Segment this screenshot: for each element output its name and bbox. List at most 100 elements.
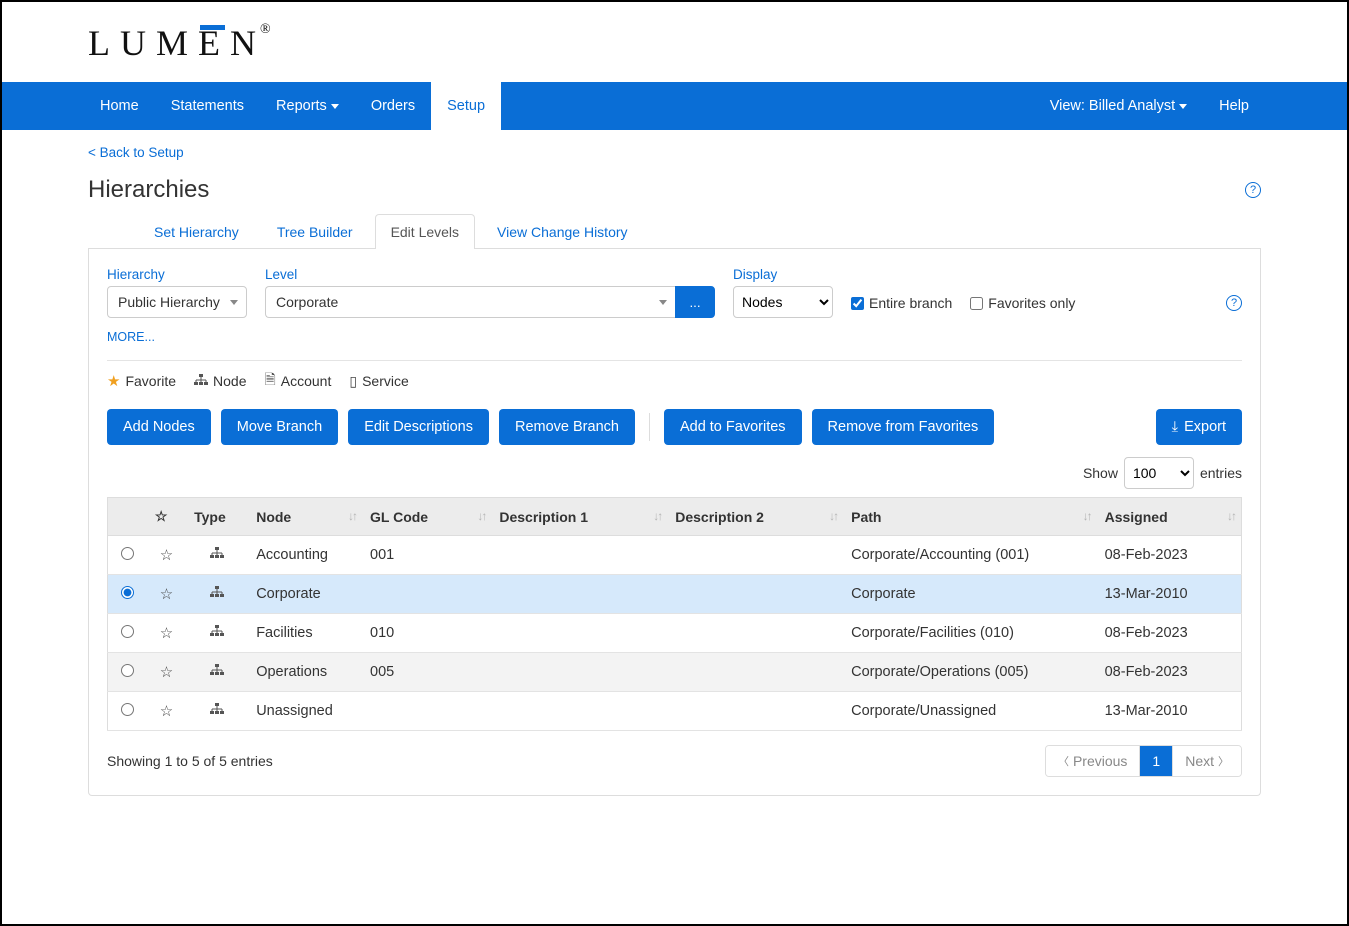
cell-desc2: [667, 692, 843, 731]
entire-branch-input[interactable]: [851, 297, 864, 310]
favorites-only-checkbox[interactable]: Favorites only: [970, 295, 1075, 318]
add-nodes-button[interactable]: Add Nodes: [107, 409, 211, 445]
row-radio[interactable]: [121, 625, 134, 638]
cell-assigned: 13-Mar-2010: [1097, 692, 1242, 731]
remove-branch-button[interactable]: Remove Branch: [499, 409, 635, 445]
sort-icon: ↓↑: [1227, 509, 1235, 523]
node-icon: [194, 373, 208, 389]
node-icon: [210, 664, 224, 680]
remove-from-favorites-button[interactable]: Remove from Favorites: [812, 409, 995, 445]
cell-desc1: [491, 575, 667, 614]
hierarchy-label: Hierarchy: [107, 267, 247, 282]
next-button[interactable]: Next〉: [1172, 746, 1241, 776]
cell-path: Corporate/Accounting (001): [843, 536, 1096, 575]
table-row[interactable]: ☆Accounting001Corporate/Accounting (001)…: [108, 536, 1242, 575]
sort-icon: ↓↑: [653, 509, 661, 523]
node-icon: [210, 547, 224, 563]
cell-desc2: [667, 575, 843, 614]
row-radio[interactable]: [121, 664, 134, 677]
hierarchy-select[interactable]: Public Hierarchy: [107, 286, 247, 318]
th-assigned[interactable]: Assigned↓↑: [1097, 498, 1242, 536]
cell-desc1: [491, 536, 667, 575]
th-node[interactable]: Node↓↑: [248, 498, 362, 536]
th-path[interactable]: Path↓↑: [843, 498, 1096, 536]
level-select[interactable]: Corporate: [265, 286, 675, 318]
entries-select[interactable]: 100: [1124, 457, 1194, 489]
table-row[interactable]: ☆CorporateCorporate13-Mar-2010: [108, 575, 1242, 614]
nav-statements[interactable]: Statements: [155, 82, 260, 130]
add-to-favorites-button[interactable]: Add to Favorites: [664, 409, 802, 445]
tab-edit-levels[interactable]: Edit Levels: [375, 214, 475, 249]
cell-gl: [362, 575, 491, 614]
help-icon[interactable]: ?: [1245, 182, 1261, 198]
cell-node: Facilities: [248, 614, 362, 653]
th-gl[interactable]: GL Code↓↑: [362, 498, 491, 536]
tab-tree-builder[interactable]: Tree Builder: [261, 214, 369, 249]
sort-icon: ↓↑: [829, 509, 837, 523]
level-label: Level: [265, 267, 715, 282]
nav-left: HomeStatementsReportsOrdersSetup: [84, 82, 501, 130]
table-row[interactable]: ☆Facilities010Corporate/Facilities (010)…: [108, 614, 1242, 653]
tab-view-change-history[interactable]: View Change History: [481, 214, 643, 249]
table-row[interactable]: ☆UnassignedCorporate/Unassigned13-Mar-20…: [108, 692, 1242, 731]
node-icon: [210, 625, 224, 641]
th-favorite[interactable]: ☆: [147, 498, 186, 536]
nav-orders[interactable]: Orders: [355, 82, 431, 130]
row-radio[interactable]: [121, 547, 134, 560]
row-radio[interactable]: [121, 703, 134, 716]
th-select: [108, 498, 147, 536]
help-icon[interactable]: ?: [1226, 295, 1242, 311]
nav-home[interactable]: Home: [84, 82, 155, 130]
entire-branch-checkbox[interactable]: Entire branch: [851, 295, 952, 318]
entries-label: entries: [1200, 465, 1242, 481]
nav-view[interactable]: View: Billed Analyst: [1034, 82, 1203, 130]
star-icon[interactable]: ☆: [160, 625, 173, 642]
node-icon: [210, 586, 224, 602]
export-button[interactable]: ⤓Export: [1156, 409, 1242, 445]
star-icon[interactable]: ☆: [160, 547, 173, 564]
cell-node: Corporate: [248, 575, 362, 614]
display-label: Display: [733, 267, 833, 282]
page-1-button[interactable]: 1: [1139, 746, 1172, 776]
document-icon: 🗎: [265, 369, 276, 393]
legend: ★Favorite Node 🗎Account ▯Service: [107, 369, 1242, 393]
row-radio[interactable]: [121, 586, 134, 599]
star-icon[interactable]: ☆: [160, 703, 173, 720]
panel: Hierarchy Public Hierarchy Level Corpora…: [88, 249, 1261, 796]
level-more-button[interactable]: ...: [675, 286, 715, 318]
chevron-right-icon: 〉: [1218, 753, 1229, 769]
level-value: Corporate: [276, 294, 338, 310]
prev-button[interactable]: 〈Previous: [1046, 746, 1139, 776]
nav-right: View: Billed Analyst Help: [1034, 82, 1265, 130]
nav-setup[interactable]: Setup: [431, 82, 501, 130]
display-select[interactable]: Nodes: [733, 286, 833, 318]
cell-assigned: 13-Mar-2010: [1097, 575, 1242, 614]
cell-path: Corporate/Unassigned: [843, 692, 1096, 731]
chevron-down-icon: [230, 300, 238, 305]
move-branch-button[interactable]: Move Branch: [221, 409, 338, 445]
cell-desc2: [667, 536, 843, 575]
th-type[interactable]: Type: [186, 498, 248, 536]
tab-set-hierarchy[interactable]: Set Hierarchy: [138, 214, 255, 249]
th-desc1[interactable]: Description 1↓↑: [491, 498, 667, 536]
download-icon: ⤓: [1172, 419, 1178, 435]
cell-path: Corporate/Operations (005): [843, 653, 1096, 692]
star-icon[interactable]: ☆: [160, 664, 173, 681]
nav-reports[interactable]: Reports: [260, 82, 355, 130]
cell-gl: 010: [362, 614, 491, 653]
cell-desc1: [491, 653, 667, 692]
more-link[interactable]: MORE...: [107, 330, 155, 344]
cell-assigned: 08-Feb-2023: [1097, 536, 1242, 575]
tabs: Set HierarchyTree BuilderEdit LevelsView…: [88, 214, 1261, 249]
back-to-setup-link[interactable]: < Back to Setup: [88, 145, 184, 160]
star-icon[interactable]: ☆: [160, 586, 173, 603]
th-desc2[interactable]: Description 2↓↑: [667, 498, 843, 536]
table-row[interactable]: ☆Operations005Corporate/Operations (005)…: [108, 653, 1242, 692]
favorites-only-input[interactable]: [970, 297, 983, 310]
sort-icon: ↓↑: [477, 509, 485, 523]
nav-help[interactable]: Help: [1203, 82, 1265, 130]
favorites-only-label: Favorites only: [988, 295, 1075, 311]
edit-descriptions-button[interactable]: Edit Descriptions: [348, 409, 489, 445]
sort-icon: ↓↑: [348, 509, 356, 523]
cell-desc1: [491, 614, 667, 653]
